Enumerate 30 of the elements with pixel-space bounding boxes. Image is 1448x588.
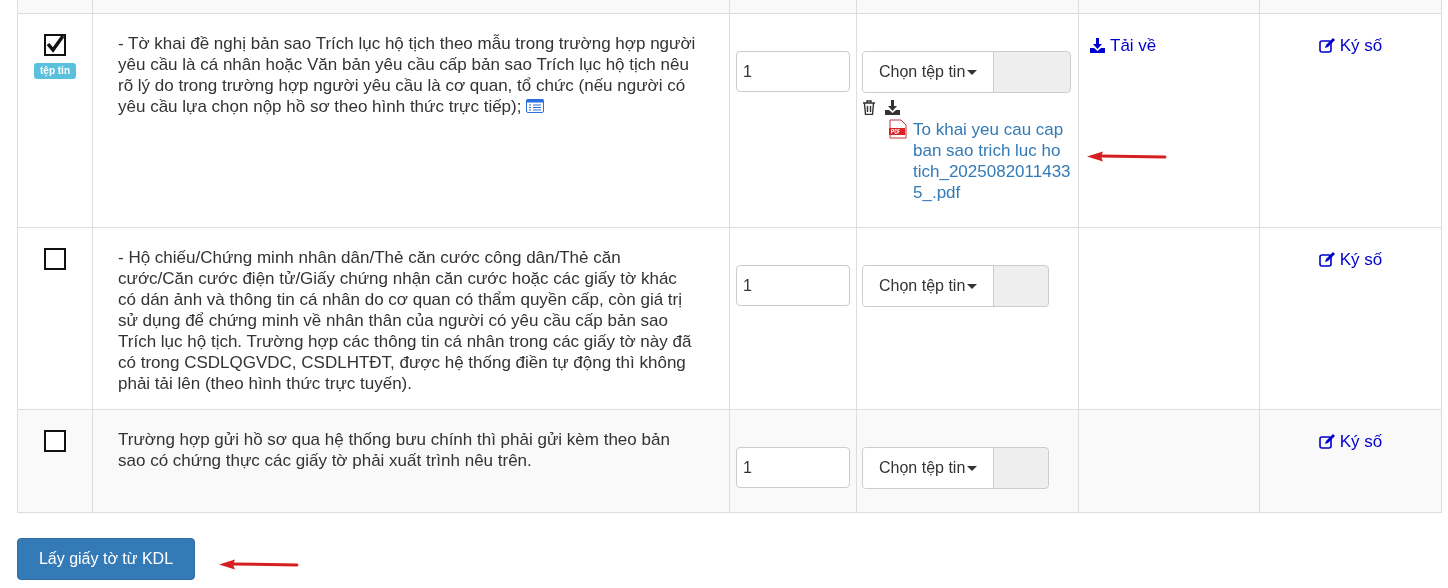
download-link[interactable]: Tải về: [1089, 35, 1157, 56]
quantity-field[interactable]: 1: [736, 51, 850, 92]
edit-icon: [1318, 252, 1336, 267]
document-description: Trường hợp gửi hồ sơ qua hệ thống bưu chính thì phải gửi kèm theo bản sao có chứng thực các giấy tờ phải xuất trình nêu trên.: [117, 429, 671, 471]
document-description: - Tờ khai đề nghị bản sao Trích lục hộ tịch theo mẫu trong trường hợp người yêu cầu là cá nhân hoặc Văn bản yêu cầu cấp bản sao Trích lục hộ tịch nêu rõ lý do trong trường hợp người yêu cầu là cơ quan, tổ chức (nếu người có yêu cầu lựa chọn nộp hồ sơ theo hình thức trực tiếp);: [117, 33, 697, 117]
checkbox[interactable]: [44, 34, 66, 56]
quantity-field[interactable]: 1: [736, 447, 850, 488]
checkbox[interactable]: [44, 248, 66, 270]
list-icon[interactable]: [526, 99, 545, 113]
digital-sign-link[interactable]: Ký số: [1318, 431, 1383, 452]
choose-file-button[interactable]: Chọn tệp tin: [863, 52, 995, 92]
file-picker[interactable]: Chọn tệp tin: [862, 447, 1049, 489]
choose-file-button[interactable]: Chọn tệp tin: [863, 448, 995, 488]
file-link[interactable]: To khai yeu cau cap ban sao trich luc ho tich_20250820114335_.pdf: [913, 119, 1073, 203]
quantity-field[interactable]: 1: [736, 265, 850, 306]
download-icon[interactable]: [885, 100, 900, 115]
file-picker[interactable]: Chọn tệp tin: [862, 51, 1071, 93]
download-icon: [1089, 38, 1106, 53]
choose-file-button[interactable]: Chọn tệp tin: [863, 266, 995, 306]
checkbox[interactable]: [44, 430, 66, 452]
fetch-documents-button[interactable]: Lấy giấy tờ từ KDL: [17, 538, 195, 580]
digital-sign-link[interactable]: Ký số: [1318, 35, 1383, 56]
digital-sign-link[interactable]: Ký số: [1318, 249, 1383, 270]
trash-icon[interactable]: [863, 100, 875, 115]
edit-icon: [1318, 434, 1336, 449]
file-picker[interactable]: Chọn tệp tin: [862, 265, 1049, 307]
pdf-icon: [889, 119, 907, 139]
document-description: - Hộ chiếu/Chứng minh nhân dân/Thẻ căn cước công dân/Thẻ căn cước/Căn cước điện tử/Giấy chứng nhận căn cước hoặc các giấy tờ khác có dán ảnh và thông tin cá nhân do cơ quan có thẩm quyền cấp, còn giá trị sử dụng để chứng minh về nhân thân của người có yêu cầu cấp bản sao Trích lục hộ tịch. Trường hợp các thông tin cá nhân trong các giấy tờ này đã có trong CSDLQGVDC, CSDLHTĐT, được hệ thống điền tự động thì không phải tải lên (theo hình thức trực tuyến).: [117, 247, 693, 394]
file-badge: tệp tin: [34, 63, 76, 79]
edit-icon: [1318, 38, 1336, 53]
